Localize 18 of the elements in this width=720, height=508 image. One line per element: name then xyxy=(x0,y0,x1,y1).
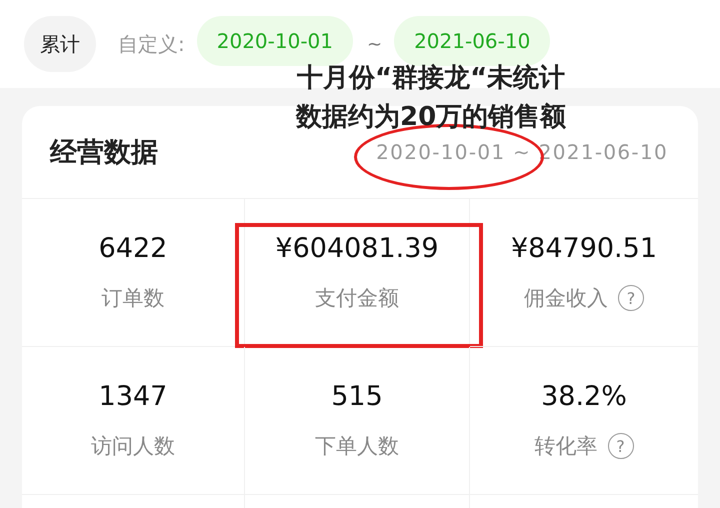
metric-value: 38.2% xyxy=(541,381,627,412)
help-icon[interactable]: ? xyxy=(618,285,644,311)
metric-value: ¥84790.51 xyxy=(510,233,657,264)
metric-value: 1347 xyxy=(98,381,168,412)
period-tab[interactable]: 累计 xyxy=(24,16,96,72)
card-title: 经营数据 xyxy=(50,136,158,170)
metric-value: 515 xyxy=(331,381,383,412)
custom-label: 自定义: xyxy=(118,30,185,58)
range-separator: ~ xyxy=(366,34,382,54)
help-icon[interactable]: ? xyxy=(608,433,634,459)
metric-label: 支付金额 xyxy=(315,285,399,312)
metric-value: ¥604081.39 xyxy=(275,233,439,264)
metric-value: 6422 xyxy=(98,233,168,264)
metric-label: 下单人数 xyxy=(315,433,399,460)
metric-label: 转化率 xyxy=(534,433,598,460)
metric-label: 订单数 xyxy=(102,285,164,312)
metric-label: 访问人数 xyxy=(91,433,175,460)
metric-label: 佣金收入 xyxy=(524,285,608,312)
